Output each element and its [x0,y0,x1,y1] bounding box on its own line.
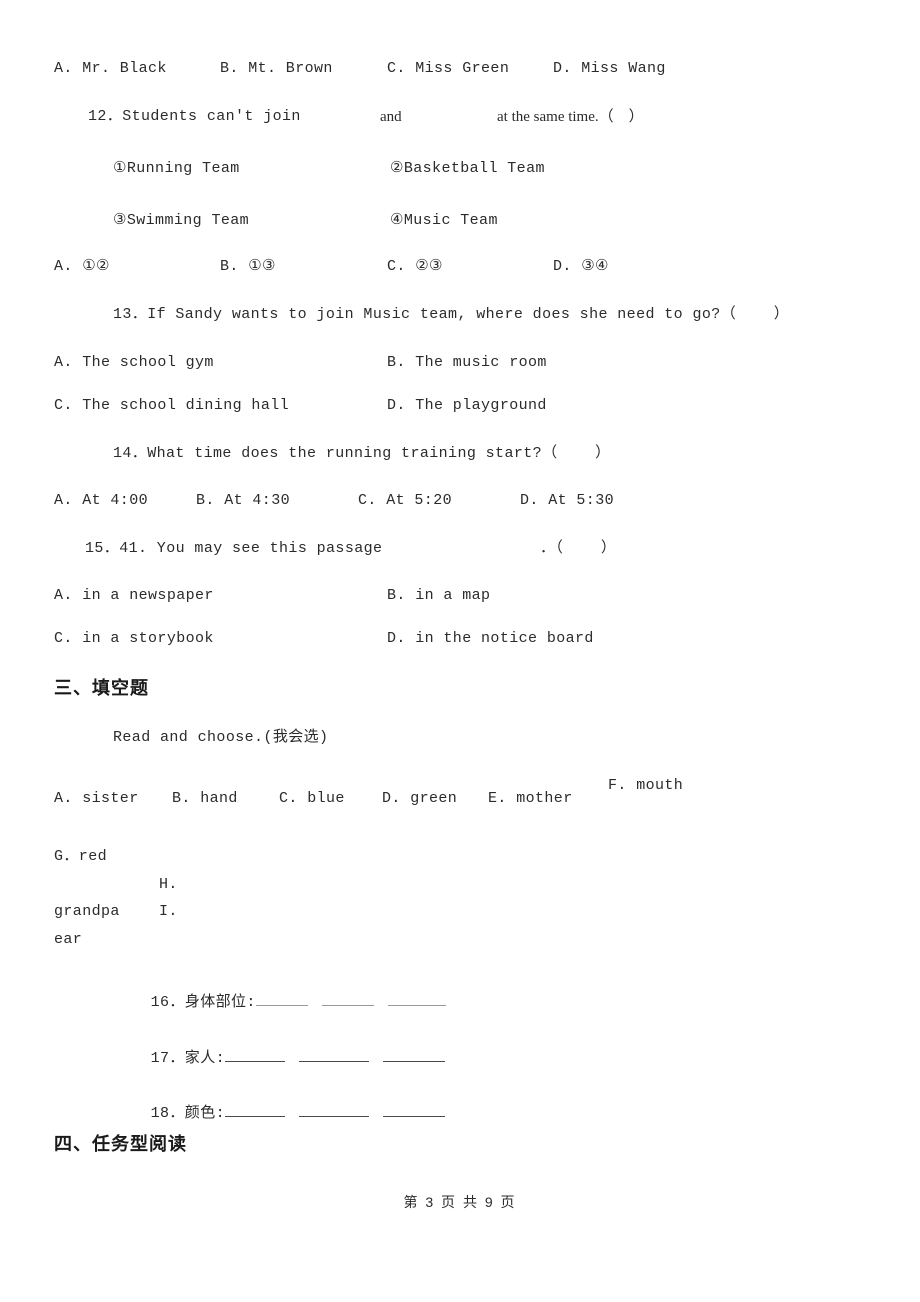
word-bank-b: B. hand [172,790,238,807]
q13-option-b: B. The music room [387,354,547,371]
q12-option-b: B. ①③ [220,258,276,275]
q12-option-d: D. ③④ [553,258,609,275]
q12-stem-start: 12．Students can't join [88,108,301,125]
q14-option-b: B. At 4:30 [196,492,291,509]
q11-option-d: D. Miss Wang [553,60,666,77]
q15-stem-tail: ．（ ） [540,540,617,557]
q11-option-a: A. Mr. Black [54,60,167,77]
q12-item-2: ②Basketball Team [390,160,545,177]
q12-option-c: C. ②③ [387,258,443,275]
q13-option-a: A. The school gym [54,354,214,371]
word-bank-g: G．red [54,848,108,865]
q12-item-1: ①Running Team [113,160,240,177]
q13-option-d: D. The playground [387,397,547,414]
word-bank-h-label: H. [159,876,178,893]
q11-option-c: C. Miss Green [387,60,510,77]
q17-label: 17．家人: [150,1050,226,1067]
q17-row: 17．家人: [113,1030,446,1086]
section-heading-3: 三、填空题 [54,678,149,698]
q15-option-c: C. in a storybook [54,630,214,647]
q16-row: 16．身体部位: [113,974,446,1030]
q17-blank-3[interactable] [383,1048,446,1062]
word-bank-a: A. sister [54,790,139,807]
q16-blank-2[interactable] [321,992,374,1006]
q13-stem: 13．If Sandy wants to join Music team, wh… [113,306,790,323]
q12-option-a: A. ①② [54,258,110,275]
section-heading-4: 四、任务型阅读 [54,1134,187,1154]
q12-stem-and: and [380,109,402,125]
q14-option-d: D. At 5:30 [520,492,615,509]
q12-item-4: ④Music Team [390,212,498,229]
page-footer: 第 3 页 共 9 页 [403,1194,517,1210]
q18-blank-3[interactable] [383,1103,446,1117]
q15-option-a: A. in a newspaper [54,587,214,604]
word-bank-i-word: ear [54,931,83,948]
word-bank-c: C. blue [279,790,345,807]
word-bank-h-word: grandpa [54,903,120,920]
q14-option-a: A. At 4:00 [54,492,149,509]
q18-label: 18．颜色: [150,1105,226,1122]
section3-instruction: Read and choose.(我会选) [113,729,329,746]
q16-label: 16．身体部位: [150,994,256,1011]
word-bank-i-label: I. [159,903,178,920]
q15-option-d: D. in the notice board [387,630,594,647]
word-bank-d: D. green [382,790,458,807]
q17-blank-1[interactable] [225,1048,286,1062]
word-bank-e: E. mother [488,790,573,807]
q17-blank-2[interactable] [299,1048,370,1062]
q15-option-b: B. in a map [387,587,491,604]
q16-blank-3[interactable] [387,992,446,1006]
q18-blank-1[interactable] [225,1103,286,1117]
q14-option-c: C. At 5:20 [358,492,453,509]
q14-stem: 14．What time does the running training s… [113,445,611,462]
q12-item-3: ③Swimming Team [113,212,250,229]
exam-page: A. Mr. Black B. Mt. Brown C. Miss Green … [0,0,920,1302]
q18-blank-2[interactable] [299,1103,370,1117]
q12-stem-end: at the same time.（ ） [497,109,644,125]
q15-stem: 15．41. You may see this passage [85,540,383,557]
q11-option-b: B. Mt. Brown [220,60,333,77]
word-bank-f: F. mouth [608,777,684,794]
q16-blank-1[interactable] [255,992,308,1006]
q13-option-c: C. The school dining hall [54,397,290,414]
